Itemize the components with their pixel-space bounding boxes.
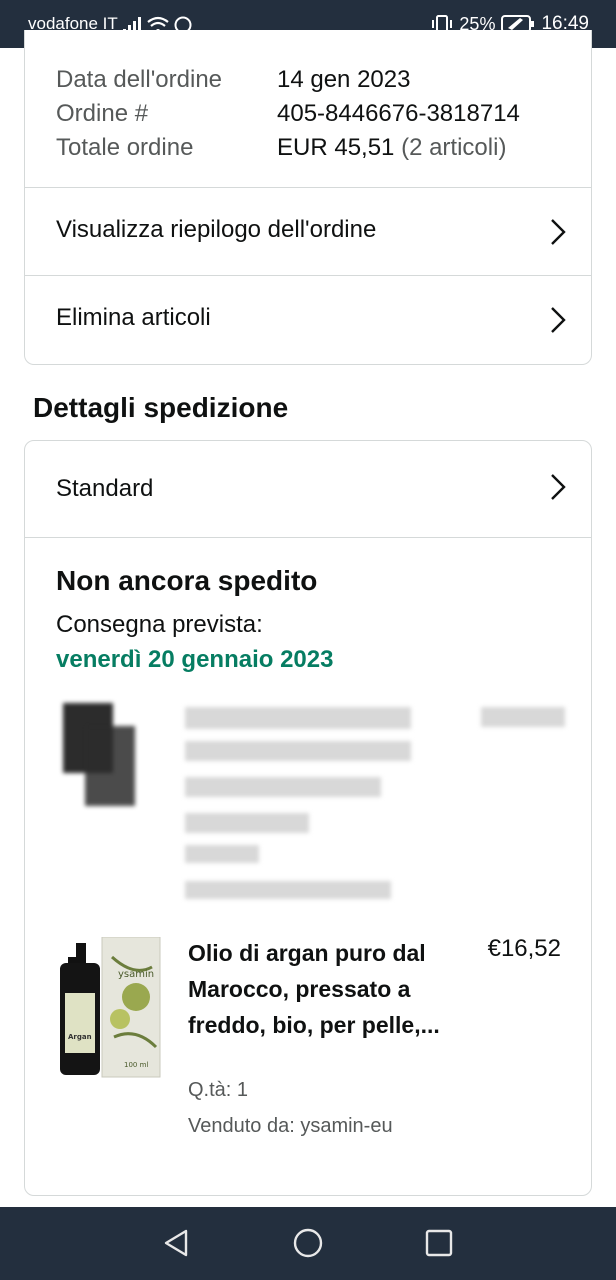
system-nav-bar (0, 1207, 616, 1280)
product-price: €16,52 (487, 935, 561, 962)
blurred-text (185, 777, 381, 797)
product-title-link[interactable]: Olio di argan puro dal Marocco, pressato… (188, 935, 448, 1043)
chevron-right-icon (551, 219, 566, 245)
shipment-status: Non ancora spedito (56, 565, 318, 596)
blurred-text (185, 707, 411, 729)
order-total-value-wrap: EUR 45,51 (2 articoli) (277, 134, 506, 162)
view-order-summary-row[interactable]: Visualizza riepilogo dell'ordine (25, 188, 591, 276)
expected-delivery-date: venerdì 20 gennaio 2023 (56, 646, 334, 673)
blurred-price (481, 707, 565, 727)
view-order-summary-label: Visualizza riepilogo dell'ordine (56, 216, 377, 243)
expected-delivery-label: Consegna prevista: (56, 611, 263, 638)
recents-square-icon[interactable] (421, 1225, 457, 1261)
blurred-product-image (85, 726, 135, 806)
blurred-text (185, 845, 259, 863)
back-triangle-icon[interactable] (158, 1225, 194, 1261)
argan-oil-product-image[interactable]: ysamin 100 ml Argan (56, 937, 164, 1079)
shipping-details-title: Dettagli spedizione (33, 392, 289, 423)
product-seller: Venduto da: ysamin-eu (188, 1115, 393, 1137)
delete-items-row[interactable]: Elimina articoli (25, 276, 591, 364)
box-volume-label: 100 ml (124, 1061, 148, 1069)
order-total-label: Totale ordine (56, 134, 194, 161)
order-date-value: 14 gen 2023 (277, 66, 411, 93)
bottle-label: Argan (68, 1033, 92, 1041)
shipping-method-row[interactable]: Standard (25, 441, 591, 537)
order-summary-card: Data dell'ordine 14 gen 2023 Ordine # 40… (24, 30, 592, 365)
chevron-right-icon (551, 474, 566, 500)
home-circle-icon[interactable] (290, 1225, 326, 1261)
blurred-text (185, 881, 391, 899)
product-quantity: Q.tà: 1 (188, 1079, 249, 1101)
order-total-items: (2 articoli) (401, 134, 507, 161)
divider (25, 537, 591, 538)
shipping-card: Standard Non ancora spedito Consegna pre… (24, 440, 592, 1196)
order-number-label: Ordine # (56, 100, 149, 127)
blurred-text (185, 741, 411, 761)
delete-items-label: Elimina articoli (56, 304, 211, 331)
order-number-value: 405-8446676-3818714 (277, 100, 520, 127)
shipping-method-label: Standard (56, 475, 154, 502)
chevron-right-icon (551, 307, 566, 333)
order-date-label: Data dell'ordine (56, 66, 223, 93)
brand-label: ysamin (118, 969, 154, 980)
blurred-text (185, 813, 309, 833)
order-total-value: EUR 45,51 (277, 134, 395, 161)
